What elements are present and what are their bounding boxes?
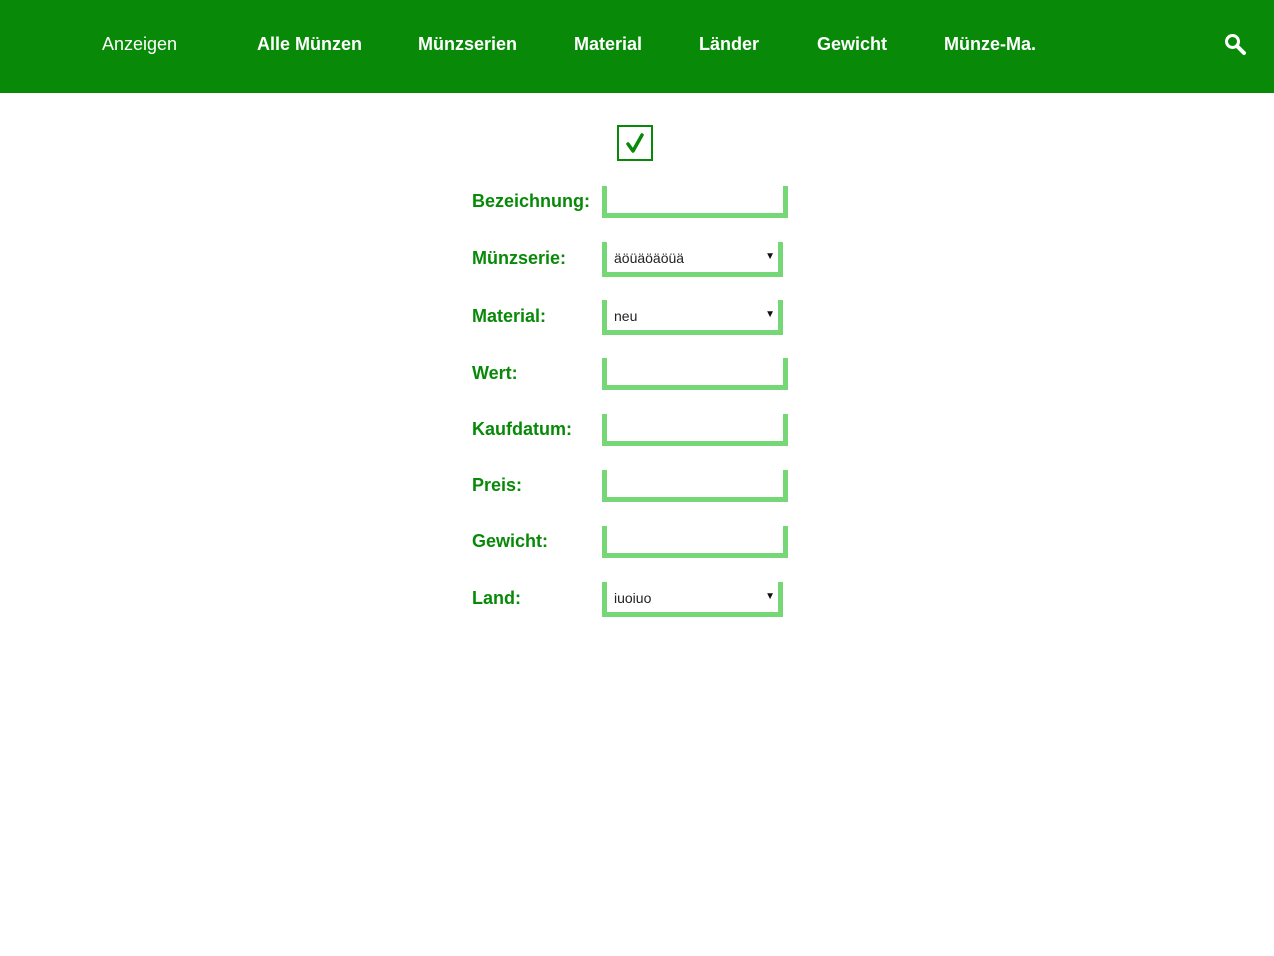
muenzserie-selected-value: äöüäöäöüä xyxy=(614,250,685,266)
nav-item-anzeigen[interactable]: Anzeigen xyxy=(102,33,177,55)
wert-input[interactable] xyxy=(602,358,788,390)
nav-item-gewicht[interactable]: Gewicht xyxy=(817,33,887,55)
land-select[interactable]: iuoiuo ▼ xyxy=(602,582,783,617)
material-selected-value: neu xyxy=(614,308,638,324)
muenzserie-select[interactable]: äöüäöäöüä ▼ xyxy=(602,242,783,277)
label-gewicht: Gewicht: xyxy=(472,531,549,551)
land-selected-value: iuoiuo xyxy=(614,590,652,606)
label-material: Material: xyxy=(472,306,547,326)
material-select[interactable]: neu ▼ xyxy=(602,300,783,335)
dropdown-arrow-icon: ▼ xyxy=(765,591,775,602)
dropdown-arrow-icon: ▼ xyxy=(765,309,775,320)
gewicht-input[interactable] xyxy=(602,526,788,558)
bezeichnung-input[interactable] xyxy=(602,186,788,218)
label-land: Land: xyxy=(472,588,521,608)
nav-item-muenzserien[interactable]: Münzserien xyxy=(418,33,517,55)
label-muenzserie: Münzserie: xyxy=(472,248,567,268)
label-preis: Preis: xyxy=(472,475,523,495)
nav-item-muenze-material[interactable]: Münze-Ma. xyxy=(944,33,1036,55)
nav-item-alle-muenzen[interactable]: Alle Münzen xyxy=(257,33,362,55)
kaufdatum-input[interactable] xyxy=(602,414,788,446)
dropdown-arrow-icon: ▼ xyxy=(765,251,775,262)
label-bezeichnung: Bezeichnung: xyxy=(472,191,591,211)
checkmark-icon xyxy=(626,133,644,153)
preis-input[interactable] xyxy=(602,470,788,502)
label-kaufdatum: Kaufdatum: xyxy=(472,419,572,439)
label-wert: Wert: xyxy=(472,363,518,383)
search-icon[interactable] xyxy=(1224,33,1248,57)
nav-item-material[interactable]: Material xyxy=(574,33,642,55)
top-navigation-bar: Anzeigen Alle Münzen Münzserien Material… xyxy=(0,0,1274,93)
save-checkmark-button[interactable] xyxy=(617,125,653,161)
nav-item-laender[interactable]: Länder xyxy=(699,33,759,55)
